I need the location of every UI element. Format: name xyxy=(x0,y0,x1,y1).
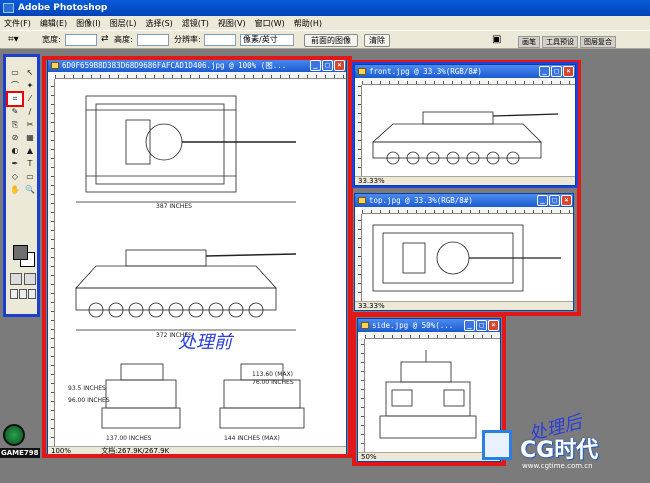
screen-mode-full-icon[interactable] xyxy=(28,289,36,299)
resolution-unit-value: 像素/英寸 xyxy=(243,35,278,44)
menu-window[interactable]: 窗口(W) xyxy=(255,18,285,29)
resolution-field[interactable] xyxy=(204,34,236,46)
healing-brush-icon[interactable]: ✎ xyxy=(8,106,22,118)
menu-filter[interactable]: 滤镜(T) xyxy=(182,18,209,29)
menu-edit[interactable]: 编辑(E) xyxy=(40,18,67,29)
app-titlebar: Adobe Photoshop xyxy=(0,0,650,16)
app-title: Adobe Photoshop xyxy=(18,3,108,13)
clone-stamp-icon[interactable]: ⎘ xyxy=(8,119,22,131)
menu-view[interactable]: 视图(V) xyxy=(218,18,246,29)
notes-tool-icon[interactable]: ▭ xyxy=(23,171,37,183)
photoshop-icon xyxy=(3,3,14,13)
tab-tool-presets[interactable]: 工具预设 xyxy=(542,36,578,48)
resolution-label: 分辨率: xyxy=(174,35,201,44)
width-label: 宽度: xyxy=(42,35,61,44)
crop-tool-icon[interactable]: ⌗▾ xyxy=(8,34,19,45)
menu-image[interactable]: 图像(I) xyxy=(76,18,101,29)
hand-tool-icon[interactable]: ✋ xyxy=(8,184,22,196)
before-highlight-outline xyxy=(42,56,352,458)
front-image-button[interactable]: 前面的图像 xyxy=(304,34,358,47)
magic-wand-icon[interactable]: ✦ xyxy=(23,80,37,92)
standard-mode-icon[interactable] xyxy=(10,273,22,285)
clear-button[interactable]: 清除 xyxy=(364,34,390,47)
history-brush-icon[interactable]: ✂ xyxy=(23,119,37,131)
front-window-blue-outline xyxy=(352,62,578,188)
lasso-tool-icon[interactable]: ⌒ xyxy=(8,80,22,92)
move-tool-icon[interactable]: ↖ xyxy=(23,67,37,79)
height-field[interactable] xyxy=(137,34,169,46)
menu-select[interactable]: 选择(S) xyxy=(145,18,172,29)
cgtime-url: www.cgtime.com.cn xyxy=(522,462,593,470)
dodge-tool-icon[interactable]: ◐ xyxy=(8,145,22,157)
quick-mask-icon[interactable] xyxy=(24,273,36,285)
marquee-tool-icon[interactable]: ▭ xyxy=(8,67,22,79)
path-select-icon[interactable]: ▲ xyxy=(23,145,37,157)
before-annotation: 处理前 xyxy=(178,332,232,353)
options-bar: ⌗▾ 宽度: ⇄ 高度: 分辨率: 像素/英寸 前面的图像 清除 ▣ 画笔 工具… xyxy=(0,30,650,49)
tab-brushes[interactable]: 画笔 xyxy=(518,36,540,48)
game798-emblem-icon xyxy=(3,424,25,446)
cgtime-emblem-icon xyxy=(482,430,512,460)
game798-logo-text: GAME798 xyxy=(0,448,40,458)
menu-bar: 文件(F) 编辑(E) 图像(I) 图层(L) 选择(S) 滤镜(T) 视图(V… xyxy=(0,16,650,30)
cgtime-logo: CG时代 www.cgtime.com.cn xyxy=(482,430,646,480)
screen-mode-full-menu-icon[interactable] xyxy=(19,289,27,299)
toggle-palette-icon[interactable]: ▣ xyxy=(492,34,501,45)
brush-tool-icon[interactable]: ∕ xyxy=(23,106,37,118)
screen-modes xyxy=(10,289,36,301)
menu-layer[interactable]: 图层(L) xyxy=(110,18,137,29)
slice-tool-icon[interactable]: ⁄ xyxy=(23,93,37,105)
height-label: 高度: xyxy=(114,35,133,44)
width-field[interactable] xyxy=(65,34,97,46)
eraser-icon[interactable]: ⊘ xyxy=(8,132,22,144)
tab-layer-comps[interactable]: 图层复合 xyxy=(580,36,616,48)
tools-palette: ▭ ↖ ⌒ ✦ ⌗ ⁄ ✎ ∕ ⎘ ✂ ⊘ ▦ ◐ ▲ ✒ T ◇ ▭ ✋ 🔍 xyxy=(3,54,40,317)
foreground-color-swatch[interactable] xyxy=(13,245,28,260)
shape-tool-icon[interactable]: ◇ xyxy=(8,171,22,183)
gradient-icon[interactable]: ▦ xyxy=(23,132,37,144)
pen-tool-icon[interactable]: ✒ xyxy=(8,158,22,170)
menu-help[interactable]: 帮助(H) xyxy=(294,18,322,29)
game798-logo: GAME798 xyxy=(0,418,46,480)
type-tool-icon[interactable]: T xyxy=(23,158,37,170)
cgtime-brand: CG时代 xyxy=(520,438,599,463)
crop-tool-icon[interactable]: ⌗ xyxy=(6,91,24,107)
menu-file[interactable]: 文件(F) xyxy=(4,18,31,29)
resolution-unit-select[interactable]: 像素/英寸 xyxy=(240,34,294,46)
zoom-tool-icon[interactable]: 🔍 xyxy=(23,184,37,196)
screen-mode-standard-icon[interactable] xyxy=(10,289,18,299)
swap-icon[interactable]: ⇄ xyxy=(101,34,109,44)
quick-mask-modes xyxy=(10,273,36,285)
